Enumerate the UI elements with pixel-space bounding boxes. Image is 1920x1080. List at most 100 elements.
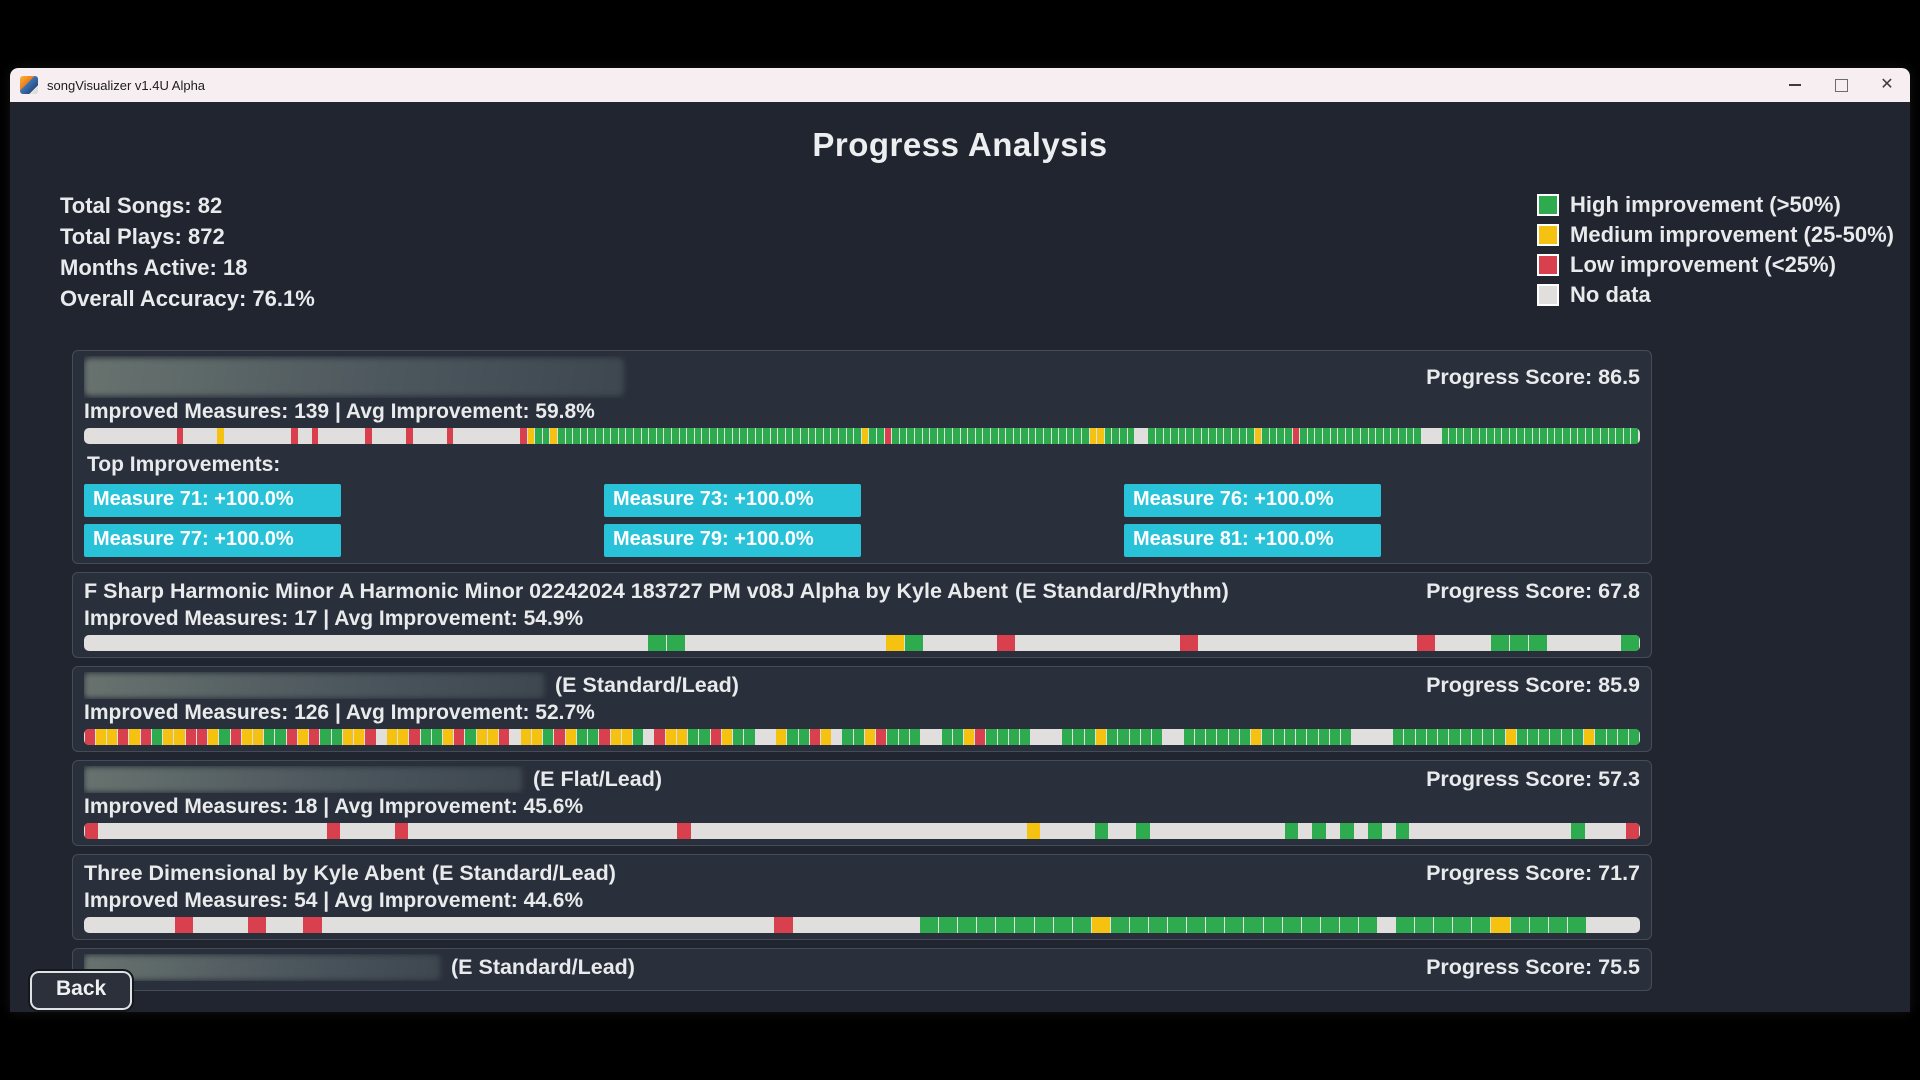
bar-segment-green xyxy=(1464,428,1472,444)
bar-segment-gray xyxy=(1585,823,1598,839)
bar-segment-gray xyxy=(102,635,120,651)
stat-total-plays: Total Plays: 872 xyxy=(60,221,315,252)
bar-segment-green xyxy=(1312,823,1326,839)
bar-segment-green xyxy=(1129,729,1140,745)
bar-segment-gray xyxy=(150,428,157,444)
cards-list: Progress Score: 86.5 Improved Measures: … xyxy=(72,350,1652,991)
bar-segment-green xyxy=(618,428,626,444)
stat-label: Months Active: xyxy=(60,255,217,280)
bar-segment-gray xyxy=(376,729,386,745)
redacted-song-name xyxy=(84,767,522,792)
close-button[interactable]: ✕ xyxy=(1864,68,1910,102)
app-window: songVisualizer v1.4U Alpha ✕ Progress An… xyxy=(10,68,1910,1012)
bar-segment-gray xyxy=(650,823,663,839)
bar-segment-gray xyxy=(1141,428,1148,444)
maximize-button[interactable] xyxy=(1818,68,1864,102)
bar-segment-red xyxy=(884,428,892,444)
bar-segment-green xyxy=(816,428,824,444)
bar-segment-gray xyxy=(1054,823,1067,839)
bar-segment-green xyxy=(1269,428,1277,444)
bar-segment-green xyxy=(1323,428,1331,444)
minimize-button[interactable] xyxy=(1772,68,1818,102)
bar-segment-green xyxy=(920,917,939,933)
bar-segment-gray xyxy=(120,917,138,933)
bar-segment-gray xyxy=(430,917,448,933)
bar-segment-green xyxy=(785,428,793,444)
bar-segment-gray xyxy=(538,635,556,651)
bar-segment-green xyxy=(1073,729,1084,745)
bar-segment-gray xyxy=(84,635,102,651)
bar-segment-yellow xyxy=(241,729,252,745)
bar-segment-gray xyxy=(376,917,394,933)
bar-segment-gray xyxy=(138,917,156,933)
bar-segment-gray xyxy=(1372,729,1382,745)
bar-segment-green xyxy=(1547,428,1555,444)
bar-segment-red xyxy=(554,729,565,745)
bar-segment-gray xyxy=(143,428,150,444)
bar-segment-gray xyxy=(503,917,521,933)
song-card: Progress Score: 86.5 Improved Measures: … xyxy=(72,350,1652,564)
bar-segment-gray xyxy=(691,823,704,839)
bar-segment-gray xyxy=(740,635,758,651)
bar-segment-gray xyxy=(1308,635,1326,651)
progress-bar xyxy=(84,428,1640,444)
bar-segment-green xyxy=(1368,428,1376,444)
bar-segment-green xyxy=(1216,428,1224,444)
bar-segment-green xyxy=(1320,917,1339,933)
bar-segment-gray xyxy=(1622,917,1640,933)
bar-segment-gray xyxy=(1602,635,1620,651)
redacted-song-name xyxy=(84,955,440,980)
bar-segment-gray xyxy=(1150,823,1163,839)
bar-segment-green xyxy=(905,635,924,651)
bar-segment-gray xyxy=(556,823,569,839)
bar-segment-green xyxy=(1262,428,1270,444)
bar-segment-gray xyxy=(480,428,487,444)
bar-segment-gray xyxy=(206,823,219,839)
bar-segment-green xyxy=(1187,917,1206,933)
bar-segment-red xyxy=(84,823,98,839)
bar-segment-gray xyxy=(684,917,702,933)
bar-segment-green xyxy=(1479,428,1487,444)
bar-segment-green xyxy=(1013,428,1021,444)
bar-segment-gray xyxy=(852,823,865,839)
back-button[interactable]: Back xyxy=(30,971,132,1010)
stat-overall-accuracy: Overall Accuracy: 76.1% xyxy=(60,283,315,314)
bar-segment-green xyxy=(1152,729,1163,745)
bar-segment-gray xyxy=(521,917,539,933)
bar-segment-gray xyxy=(1490,823,1503,839)
bar-segment-gray xyxy=(97,428,104,444)
bar-segment-green xyxy=(1300,428,1308,444)
bar-segment-green xyxy=(1307,428,1315,444)
bar-segment-green xyxy=(1140,729,1151,745)
song-title-row: (E Flat/Lead) Progress Score: 57.3 xyxy=(84,766,1640,793)
bar-segment-green xyxy=(535,428,543,444)
bar-segment-gray xyxy=(284,428,291,444)
bar-segment-green xyxy=(1527,729,1538,745)
bar-segment-gray xyxy=(829,917,847,933)
bar-segment-green xyxy=(580,428,588,444)
song-tuning: (E Standard/Lead) xyxy=(555,672,739,699)
bar-segment-gray xyxy=(1177,823,1190,839)
bar-segment-yellow xyxy=(676,729,687,745)
bar-segment-gray xyxy=(1436,635,1454,651)
bar-segment-green xyxy=(1376,428,1384,444)
redacted-song-name xyxy=(84,358,624,396)
bar-segment-green xyxy=(1449,428,1457,444)
bar-segment-red xyxy=(326,823,340,839)
bar-segment-gray xyxy=(933,823,946,839)
bar-segment-gray xyxy=(170,428,177,444)
bar-segment-gray xyxy=(436,823,449,839)
bar-segment-gray xyxy=(285,917,303,933)
bar-segment-gray xyxy=(1088,635,1106,651)
bar-segment-gray xyxy=(942,635,960,651)
bar-segment-green xyxy=(1318,729,1329,745)
bar-segment-green xyxy=(1168,917,1187,933)
bar-segment-gray xyxy=(84,917,102,933)
bar-segment-gray xyxy=(130,428,137,444)
bar-segment-green xyxy=(596,428,604,444)
bar-segment-red xyxy=(365,729,376,745)
bar-segment-green xyxy=(576,729,587,745)
song-title-row: Three Dimensional by Kyle Abent (E Stand… xyxy=(84,860,1640,887)
bar-segment-red xyxy=(975,729,986,745)
bar-segment-green xyxy=(1509,428,1517,444)
